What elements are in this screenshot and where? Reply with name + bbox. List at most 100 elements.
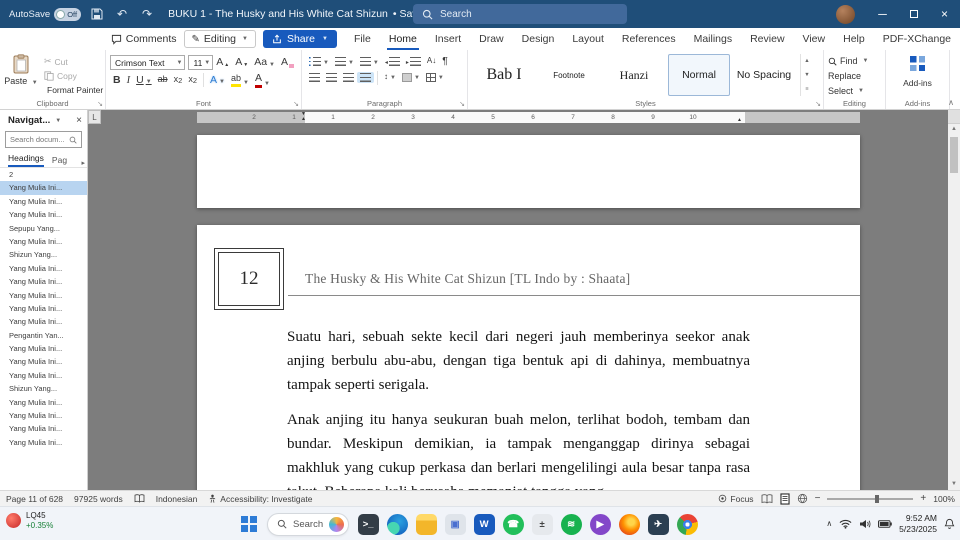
nav-heading-item[interactable]: Yang Mulia Ini... <box>0 289 87 302</box>
undo-button[interactable]: ↶ <box>113 4 131 24</box>
find-button[interactable]: Find ▼ <box>828 56 881 66</box>
taskbar-app-terminal[interactable]: >_ <box>355 511 381 537</box>
zoom-level[interactable]: 100% <box>933 494 955 504</box>
taskbar-app-spotify[interactable]: ≋ <box>558 511 584 537</box>
window-title[interactable]: BUKU 1 - The Husky and His White Cat Shi… <box>168 8 440 20</box>
taskbar-app-edge[interactable] <box>384 511 410 537</box>
nav-heading-item[interactable]: Pengantin Yan... <box>0 329 87 342</box>
nav-heading-item[interactable]: Yang Mulia Ini... <box>0 355 87 368</box>
titlebar-search-input[interactable]: Search <box>413 4 627 24</box>
bullets-button[interactable]: ▼ <box>306 56 332 67</box>
ribbon-tab[interactable]: Design <box>513 28 564 50</box>
ribbon-tab[interactable]: Home <box>380 28 426 50</box>
subscript-button[interactable]: x2 <box>171 74 186 86</box>
align-center-button[interactable] <box>323 72 340 83</box>
taskbar-app-chrome[interactable] <box>674 511 700 537</box>
nav-heading-item[interactable]: Yang Mulia Ini... <box>0 436 87 449</box>
nav-heading-item[interactable]: Shizun Yang... <box>0 382 87 395</box>
print-layout-button[interactable] <box>779 492 790 505</box>
copy-button[interactable]: Copy <box>44 71 101 81</box>
nav-heading-item[interactable]: Yang Mulia Ini... <box>0 409 87 422</box>
font-dialog-launcher[interactable]: ↘ <box>293 100 299 108</box>
page-indicator[interactable]: Page 11 of 628 <box>6 494 63 504</box>
styles-scroll-down-button[interactable]: ▼ <box>801 68 813 82</box>
accessibility-checker[interactable]: Accessibility: Investigate <box>208 494 312 504</box>
nav-heading-item[interactable]: Yang Mulia Ini... <box>0 195 87 208</box>
nav-heading-item[interactable]: Sepupu Yang... <box>0 222 87 235</box>
italic-button[interactable]: I <box>124 74 134 88</box>
share-button[interactable]: Share ▼ <box>262 30 337 48</box>
minimize-button[interactable]: ─ <box>867 0 898 28</box>
paragraph-dialog-launcher[interactable]: ↘ <box>459 100 465 108</box>
nav-heading-item[interactable]: Yang Mulia Ini... <box>0 396 87 409</box>
comments-button[interactable]: Comments <box>111 33 177 45</box>
navigation-search-input[interactable]: Search docum... <box>5 131 82 148</box>
notifications-bell-icon[interactable] <box>944 518 955 529</box>
style-bab-i[interactable]: Bab I <box>473 54 535 96</box>
language-indicator[interactable]: Indonesian <box>156 494 198 504</box>
maximize-button[interactable] <box>898 0 929 28</box>
styles-gallery-expand-button[interactable]: ≡ <box>801 82 813 96</box>
user-avatar[interactable] <box>836 4 855 24</box>
tab-pages[interactable]: Pag <box>52 155 67 167</box>
grow-font-button[interactable]: A ▲ <box>213 56 232 70</box>
multilevel-list-button[interactable]: ▼ <box>357 56 382 67</box>
ruler-toggle-button[interactable] <box>948 110 960 124</box>
shrink-font-button[interactable]: A ▼ <box>232 56 251 70</box>
tray-expand-chevron[interactable]: ∧ <box>826 519 832 528</box>
wifi-icon[interactable] <box>839 519 852 529</box>
addins-button[interactable]: Add-ins <box>890 78 945 88</box>
zoom-out-button[interactable]: − <box>815 493 821 504</box>
taskbar-clock[interactable]: 9:52 AM 5/23/2025 <box>899 513 937 534</box>
zoom-in-button[interactable]: + <box>920 493 926 504</box>
replace-button[interactable]: Replace <box>828 71 881 81</box>
close-button[interactable]: × <box>929 0 960 28</box>
ribbon-tab[interactable]: File <box>345 28 380 50</box>
taskbar-app-media-player[interactable]: ▶ <box>587 511 613 537</box>
nav-heading-item[interactable]: Shizun Yang... <box>0 248 87 261</box>
autosave-toggle[interactable]: AutoSave Off <box>9 7 82 21</box>
horizontal-ruler[interactable]: L 2 1 1 2 3 4 5 6 7 8 9 10 ▼ ▲ ▲ <box>88 110 948 124</box>
right-indent-marker[interactable]: ▲ <box>737 117 742 123</box>
select-button[interactable]: Select ▼ <box>828 86 881 96</box>
chapter-title[interactable]: The Husky & His White Cat Shizun [TL Ind… <box>305 271 630 287</box>
font-size-select[interactable]: 11 ▼ <box>188 55 214 70</box>
autosave-switch[interactable]: Off <box>54 7 82 21</box>
taskbar-app-photos[interactable]: ▣ <box>442 511 468 537</box>
paste-button[interactable]: Paste ▼ <box>4 53 38 86</box>
nav-heading-item[interactable]: Yang Mulia Ini... <box>0 235 87 248</box>
taskbar-app-firefox[interactable] <box>616 511 642 537</box>
scrollbar-thumb[interactable] <box>950 137 958 173</box>
vertical-scrollbar[interactable]: ▲ ▼ <box>948 110 960 490</box>
document-page-current[interactable]: 12 The Husky & His White Cat Shizun [TL … <box>197 225 860 490</box>
nav-heading-item[interactable]: Yang Mulia Ini... <box>0 369 87 382</box>
sort-button[interactable]: A↓ <box>424 56 439 67</box>
nav-heading-item[interactable]: Yang Mulia Ini... <box>0 315 87 328</box>
volume-icon[interactable] <box>859 519 871 529</box>
decrease-indent-button[interactable]: ◂ <box>382 56 403 67</box>
change-case-button[interactable]: Aa ▼ <box>251 56 278 70</box>
nav-heading-item[interactable]: Yang Mulia Ini... <box>0 422 87 435</box>
read-mode-button[interactable] <box>761 494 773 504</box>
bold-button[interactable]: B <box>110 74 124 88</box>
chevron-down-icon[interactable]: ▼ <box>55 118 61 124</box>
zoom-slider-thumb[interactable] <box>874 494 879 503</box>
font-color-button[interactable]: A ▼ <box>252 72 273 89</box>
editing-mode-button[interactable]: ✎ Editing ▼ <box>183 30 256 48</box>
web-layout-button[interactable] <box>797 493 808 504</box>
zoom-slider[interactable] <box>827 494 914 503</box>
ribbon-tab[interactable]: Review <box>741 28 793 50</box>
nav-heading-item[interactable]: Yang Mulia Ini... <box>0 302 87 315</box>
tab-selector-button[interactable]: L <box>88 110 101 124</box>
tab-headings[interactable]: Headings <box>8 153 44 167</box>
paragraph[interactable]: Suatu hari, sebuah sekte kecil dari nege… <box>287 325 750 397</box>
highlight-color-button[interactable]: ab ▼ <box>228 73 252 88</box>
battery-icon[interactable] <box>878 520 892 528</box>
indent-marker[interactable]: ▼ ▲ <box>301 111 306 122</box>
nav-heading-item[interactable]: Yang Mulia Ini... <box>0 342 87 355</box>
close-navigation-button[interactable]: × <box>76 115 82 126</box>
clipboard-dialog-launcher[interactable]: ↘ <box>97 100 103 108</box>
shading-button[interactable]: ▼ <box>399 72 423 83</box>
ribbon-tab[interactable]: Help <box>834 28 874 50</box>
superscript-button[interactable]: x2 <box>185 74 200 86</box>
